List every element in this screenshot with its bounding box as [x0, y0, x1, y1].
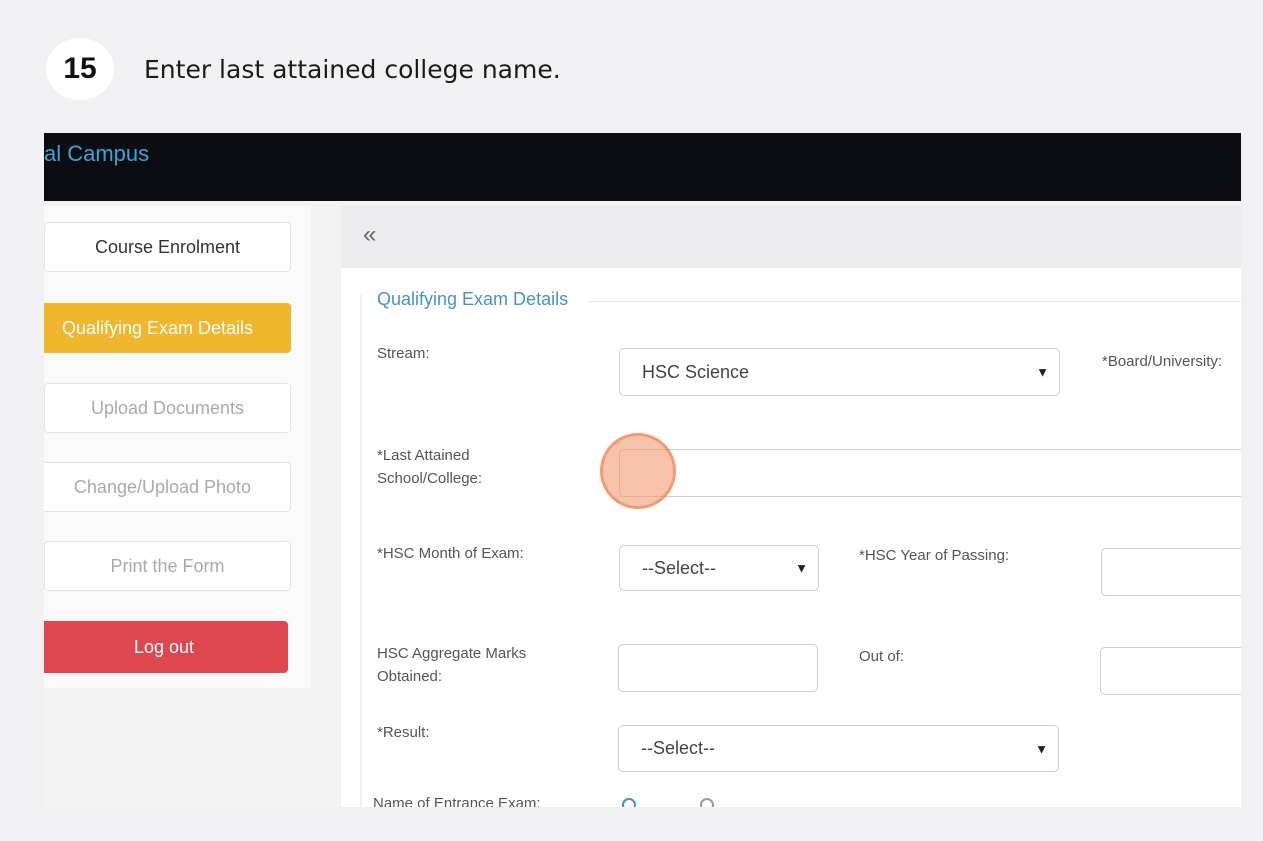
app-screenshot: al Campus Course Enrolment Qualifying Ex…: [44, 133, 1241, 807]
click-highlight: [600, 433, 676, 509]
entrance-radio-2[interactable]: [700, 798, 714, 807]
sidebar-item-print-form[interactable]: Print the Form: [44, 541, 291, 591]
collapse-sidebar-icon[interactable]: «: [363, 221, 376, 249]
entrance-exam-label: Name of Entrance Exam:: [373, 795, 541, 807]
logout-button[interactable]: Log out: [44, 621, 288, 673]
stream-label: Stream:: [377, 345, 430, 362]
fieldset-top-border: [589, 301, 1241, 302]
entrance-radio-1[interactable]: [622, 798, 636, 807]
hsc-month-value: --Select--: [642, 557, 717, 578]
chevron-down-icon: ▼: [1036, 364, 1049, 380]
fieldset-border: [360, 293, 362, 807]
hsc-year-label: *HSC Year of Passing:: [859, 547, 1010, 564]
out-of-label: Out of:: [859, 648, 905, 665]
last-school-label-line1: *Last Attained: [377, 447, 470, 464]
last-school-input[interactable]: [619, 449, 1241, 497]
hsc-marks-label-line1: HSC Aggregate Marks: [377, 645, 527, 662]
brand-title[interactable]: al Campus: [44, 141, 149, 167]
chevron-down-icon: ▼: [795, 560, 808, 576]
result-label: *Result:: [377, 724, 430, 741]
content-toolbar: [341, 206, 1241, 268]
hsc-year-input[interactable]: [1101, 548, 1241, 596]
result-select[interactable]: --Select-- ▼: [618, 725, 1059, 772]
chevron-down-icon: ▼: [1035, 741, 1048, 756]
sidebar-item-upload-documents[interactable]: Upload Documents: [44, 383, 291, 433]
hsc-marks-label-line2: Obtained:: [377, 668, 443, 685]
top-navbar: al Campus: [44, 133, 1241, 201]
sidebar-item-change-upload-photo[interactable]: Change/Upload Photo: [44, 462, 291, 512]
result-value: --Select--: [641, 738, 716, 758]
sidebar-item-course-enrolment[interactable]: Course Enrolment: [44, 222, 291, 272]
section-title: Qualifying Exam Details: [377, 289, 575, 310]
step-instruction: Enter last attained college name.: [144, 55, 561, 84]
sidebar: [44, 206, 311, 688]
last-school-label-line2: School/College:: [377, 470, 483, 487]
sidebar-item-qualifying-exam-details[interactable]: Qualifying Exam Details: [44, 303, 291, 353]
hsc-month-select[interactable]: --Select-- ▼: [619, 545, 819, 591]
hsc-marks-input[interactable]: [618, 644, 818, 692]
out-of-input[interactable]: [1100, 647, 1241, 695]
hsc-month-label: *HSC Month of Exam:: [377, 545, 524, 562]
stream-value: HSC Science: [642, 361, 750, 382]
step-number-badge: 15: [46, 38, 114, 100]
stream-select[interactable]: HSC Science ▼: [619, 348, 1060, 396]
board-label: *Board/University:: [1102, 353, 1223, 370]
